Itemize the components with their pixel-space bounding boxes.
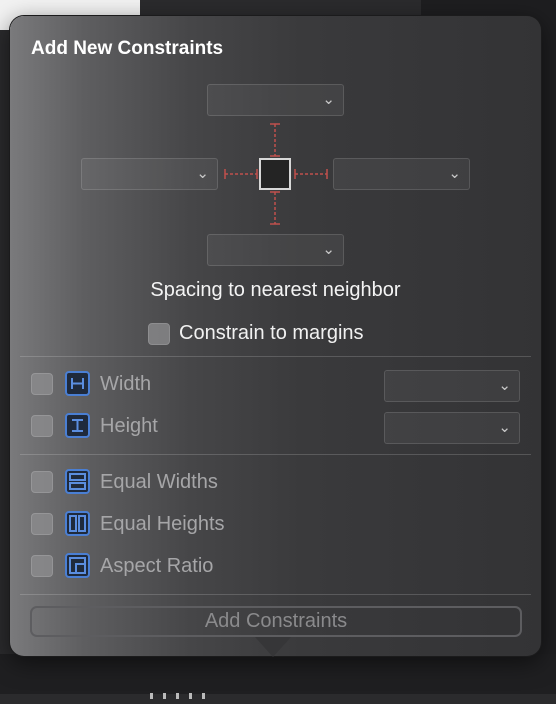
bottom-spacing-dropdown[interactable]: ⌄	[207, 234, 344, 266]
trailing-strut-icon[interactable]	[293, 166, 329, 182]
add-constraints-button[interactable]: Add Constraints	[30, 606, 522, 637]
chevron-down-icon: ⌄	[196, 165, 209, 182]
equal-widths-label: Equal Widths	[100, 471, 218, 493]
divider	[20, 594, 531, 595]
width-constraint-icon	[65, 371, 90, 396]
chevron-down-icon: ⌄	[448, 165, 461, 182]
aspect-ratio-label: Aspect Ratio	[100, 555, 214, 577]
add-constraints-popover: Add New Constraints ⌄ ⌄ ⌄ ⌄ Spacing to n…	[10, 16, 541, 656]
aspect-ratio-icon	[65, 553, 90, 578]
spacing-label: Spacing to nearest neighbor	[150, 279, 401, 301]
width-label: Width	[100, 373, 152, 395]
equal-heights-icon	[65, 511, 90, 536]
equal-widths-icon	[65, 469, 90, 494]
selected-view-box	[259, 158, 291, 190]
width-checkbox[interactable]	[31, 373, 53, 395]
constrain-to-margins-label: Constrain to margins	[179, 322, 364, 344]
bottom-strut-icon[interactable]	[267, 190, 283, 226]
toolbar-glyphs	[150, 686, 300, 699]
divider	[20, 356, 531, 357]
equal-heights-label: Equal Heights	[100, 513, 225, 535]
popover-arrow	[255, 637, 291, 657]
top-spacing-dropdown[interactable]: ⌄	[207, 84, 344, 116]
height-label: Height	[100, 415, 158, 437]
height-constraint-icon	[65, 413, 90, 438]
leading-strut-icon[interactable]	[223, 166, 259, 182]
equal-widths-checkbox[interactable]	[31, 471, 53, 493]
chevron-down-icon: ⌄	[498, 377, 511, 394]
chevron-down-icon: ⌄	[498, 419, 511, 436]
equal-heights-checkbox[interactable]	[31, 513, 53, 535]
height-checkbox[interactable]	[31, 415, 53, 437]
chevron-down-icon: ⌄	[322, 91, 335, 108]
width-value-dropdown[interactable]: ⌄	[384, 370, 520, 402]
background-toolbar	[0, 654, 556, 699]
leading-spacing-dropdown[interactable]: ⌄	[81, 158, 218, 190]
top-strut-icon[interactable]	[267, 122, 283, 158]
popover-title: Add New Constraints	[31, 38, 224, 59]
divider	[20, 454, 531, 455]
constrain-to-margins-checkbox[interactable]	[148, 323, 170, 345]
trailing-spacing-dropdown[interactable]: ⌄	[333, 158, 470, 190]
height-value-dropdown[interactable]: ⌄	[384, 412, 520, 444]
aspect-ratio-checkbox[interactable]	[31, 555, 53, 577]
chevron-down-icon: ⌄	[322, 241, 335, 258]
